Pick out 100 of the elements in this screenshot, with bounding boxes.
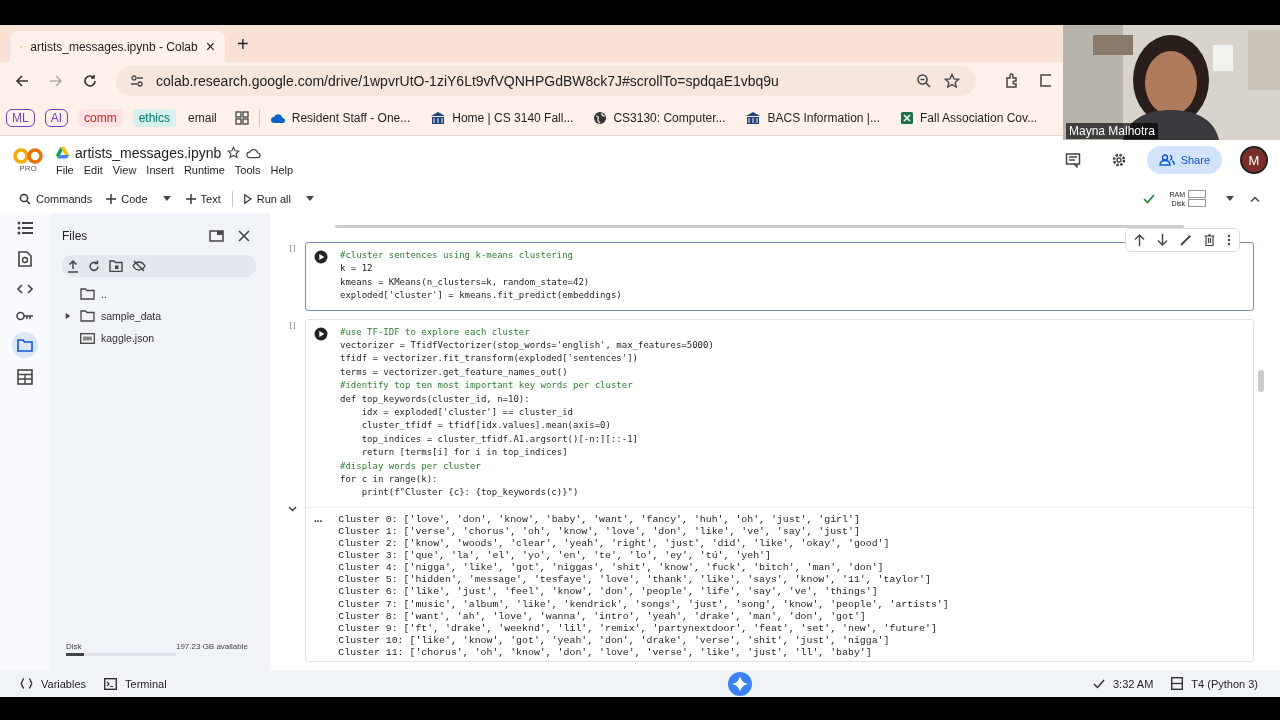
bookmark-folder[interactable]: comm	[78, 108, 123, 127]
table-of-contents-icon[interactable]	[17, 221, 33, 235]
find-icon[interactable]	[18, 251, 32, 267]
code-line: idx = exploded['cluster'] == cluster_id	[360, 406, 574, 420]
cloud-icon	[269, 111, 286, 124]
json-file-icon	[80, 332, 95, 344]
close-tab-button[interactable]: ×	[205, 37, 215, 56]
code-line: return [terms[i] for i in top_indices]	[360, 446, 569, 460]
bookmark[interactable]: Fall Association Cov...	[900, 110, 1038, 125]
output-line: Cluster 8: ['want', 'ah', 'love', 'wanna', 'intro', 'yeah', 'drake', 'man', 'don', 'got']	[338, 610, 867, 623]
comment-icon[interactable]	[1064, 152, 1081, 168]
terminal-button[interactable]: Terminal	[104, 677, 167, 690]
hidden-eye-icon[interactable]	[132, 260, 146, 272]
menu-item[interactable]: View	[112, 163, 137, 176]
zoom-icon[interactable]	[916, 73, 932, 89]
collapse-icon[interactable]	[1250, 195, 1260, 202]
menu-item[interactable]: Insert	[146, 163, 174, 176]
output-menu-button[interactable]: ...	[314, 513, 323, 659]
move-down-icon[interactable]	[1157, 233, 1168, 246]
output-line: Cluster 11: ['chorus', 'oh', 'know', 'don', 'love', 'verse', 'like', 'just', 'll', 'baby']	[338, 646, 873, 659]
new-tab-button[interactable]: +	[237, 33, 249, 56]
key-icon[interactable]	[16, 311, 34, 321]
code-line: for c in range(k):	[340, 473, 439, 487]
star-icon[interactable]	[227, 146, 241, 159]
sparkle-button[interactable]	[727, 671, 752, 696]
bookmark-folder[interactable]: ethics	[132, 108, 177, 127]
vertical-scrollbar[interactable]	[1258, 370, 1264, 392]
add-text-button[interactable]: Text	[182, 190, 224, 207]
bookmark-folder[interactable]: email	[186, 108, 219, 127]
run-cell-button[interactable]	[314, 326, 328, 341]
execution-time[interactable]: 3:32 AM	[1093, 677, 1154, 690]
code-icon[interactable]	[17, 283, 33, 295]
bookmark-folder[interactable]: AI	[44, 108, 68, 127]
open-in-tab-icon[interactable]	[209, 230, 224, 242]
run-all-button[interactable]: Run all	[240, 190, 294, 207]
move-up-icon[interactable]	[1134, 233, 1145, 246]
browser-tab[interactable]: artists_messages.ipynb - Colab ×	[10, 31, 225, 62]
file-tree-item[interactable]: sample_data	[62, 305, 256, 327]
output-line: Cluster 3: ['que', 'la', 'el', 'yo', 'en', 'te', 'lo', 'ey', 'tú', 'yeh']	[338, 550, 772, 563]
folder-icon[interactable]	[12, 332, 38, 358]
colab-logo-icon	[13, 147, 43, 164]
bookmark[interactable]: BACS Information |...	[745, 110, 880, 125]
delete-icon[interactable]	[1204, 233, 1215, 246]
bookmark[interactable]: Resident Staff - One...	[269, 110, 411, 125]
commands-button[interactable]: Commands	[16, 190, 96, 207]
bookmark[interactable]: CS3130: Computer...	[593, 110, 726, 125]
upload-icon[interactable]	[67, 259, 79, 273]
output-line: Cluster 2: ['know', 'woods', 'clear', 'yeah', 'right', 'just', 'did', 'like', 'okay', 'good']	[338, 538, 891, 551]
screen-search-icon[interactable]	[1040, 72, 1051, 90]
code-line: cluster_tfidf = tfidf[idx.values].mean(axis=0)	[360, 419, 612, 433]
code-line: tfidf = vectorizer.fit_transform(exploded['sentences'])	[340, 352, 639, 366]
search-icon	[19, 192, 31, 205]
code-cell[interactable]: #cluster sentences using k-means clustering k = 12 kmeans = KMeans(n_clusters=k, random_state=42) exploded['cluster'] = kmeans.fit_predict(embeddings)	[305, 241, 1254, 311]
terminal-icon	[104, 677, 118, 690]
menu-item[interactable]: Tools	[234, 163, 261, 176]
menu-item[interactable]: File	[56, 163, 74, 176]
add-code-button[interactable]: Code	[103, 190, 151, 207]
address-bar[interactable]: colab.research.google.com/drive/1wpvrUtO-1ziY6Lt9vfVQNHPGdBW8ck7J#scrollTo=spdqaE1vbq9u	[116, 66, 976, 96]
output-line: Cluster 9: ['ft', 'drake', 'weeknd', 'lil', 'remix', 'partynextdoor', 'feat', 'set', 'new', 'future']	[338, 622, 938, 635]
settings-icon[interactable]	[1110, 152, 1127, 168]
bookmark-folder[interactable]: ML	[6, 108, 35, 127]
runtime-button[interactable]: T4 (Python 3)	[1171, 677, 1258, 690]
menu-item[interactable]: Runtime	[183, 163, 225, 176]
account-avatar[interactable]: M	[1240, 146, 1268, 174]
code-line: print(f"Cluster {c}: {top_keywords(c)}")	[360, 486, 580, 500]
menu-item[interactable]: Edit	[83, 163, 103, 176]
horizontal-scrollbar[interactable]	[335, 225, 1184, 228]
code-cell[interactable]	[305, 318, 1254, 662]
run-cell-button[interactable]	[314, 249, 328, 264]
output-line: Cluster 10: ['like', 'know', 'got', 'yeah', 'don', 'drake', 'verse', 'shit', 'just', 'nigga']	[338, 634, 891, 647]
expand-arrow-icon[interactable]	[65, 312, 71, 320]
notebook-title[interactable]: artists_messages.ipynb	[75, 144, 222, 161]
file-tree-item[interactable]: kaggle.json	[62, 327, 256, 349]
menu-item[interactable]: Help	[270, 163, 294, 176]
share-button[interactable]: Share	[1146, 146, 1222, 174]
cloud-icon	[246, 146, 262, 159]
bookmark[interactable]: Home | CS 3140 Fall...	[430, 110, 574, 125]
close-icon[interactable]	[238, 230, 250, 242]
reload-icon[interactable]	[82, 73, 98, 89]
back-icon[interactable]	[14, 73, 30, 89]
caret-icon[interactable]	[162, 196, 171, 201]
caret-icon[interactable]	[306, 196, 314, 201]
apps-grid-icon[interactable]	[234, 110, 249, 125]
plus-icon	[106, 193, 117, 204]
table-icon[interactable]	[17, 369, 33, 385]
check-icon	[1143, 193, 1156, 204]
more-icon[interactable]	[1227, 233, 1231, 246]
code-line: top_indices = cluster_tfidf.A1.argsort()[-n:][::-1]	[360, 432, 639, 446]
variables-button[interactable]: Variables	[20, 677, 87, 690]
play-icon	[243, 193, 252, 204]
file-tree-item[interactable]: ..	[62, 283, 256, 305]
output-line: Cluster 6: ['like', 'just', 'feel', 'know', 'don', 'people', 'life', 'say', 've', 'things']	[338, 586, 879, 599]
code-line: vectorizer = TfidfVectorizer(stop_words='english', max_features=5000)	[340, 339, 714, 352]
code-line: kmeans = KMeans(n_clusters=k, random_state=42)	[340, 275, 591, 289]
caret-icon[interactable]	[1226, 196, 1234, 201]
star-icon[interactable]	[944, 73, 960, 89]
collapse-output-icon[interactable]	[288, 505, 297, 512]
refresh-icon[interactable]	[88, 260, 100, 272]
edit-icon[interactable]	[1180, 233, 1192, 246]
new-folder-icon[interactable]	[109, 260, 123, 272]
